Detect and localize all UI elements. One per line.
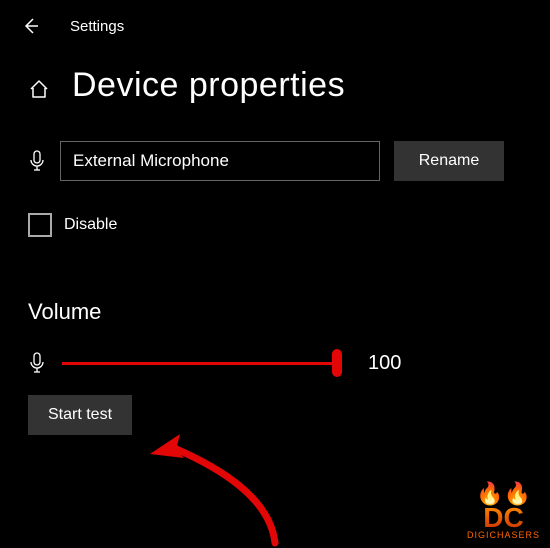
home-icon[interactable] (28, 78, 50, 100)
volume-section-title: Volume (0, 247, 550, 329)
microphone-icon (28, 150, 46, 172)
disable-label: Disable (64, 216, 117, 234)
watermark: 🔥🔥 DC DIGICHASERS (467, 483, 540, 540)
volume-value: 100 (368, 352, 401, 375)
back-button[interactable] (20, 16, 40, 36)
microphone-icon (28, 352, 46, 374)
volume-slider[interactable] (62, 351, 342, 375)
slider-thumb[interactable] (332, 349, 342, 377)
page-title: Device properties (72, 66, 345, 105)
start-test-button[interactable]: Start test (28, 395, 132, 435)
rename-button[interactable]: Rename (394, 141, 504, 181)
device-name-input[interactable] (60, 141, 380, 181)
slider-track (62, 362, 342, 365)
disable-checkbox[interactable] (28, 213, 52, 237)
header-title: Settings (70, 18, 124, 35)
